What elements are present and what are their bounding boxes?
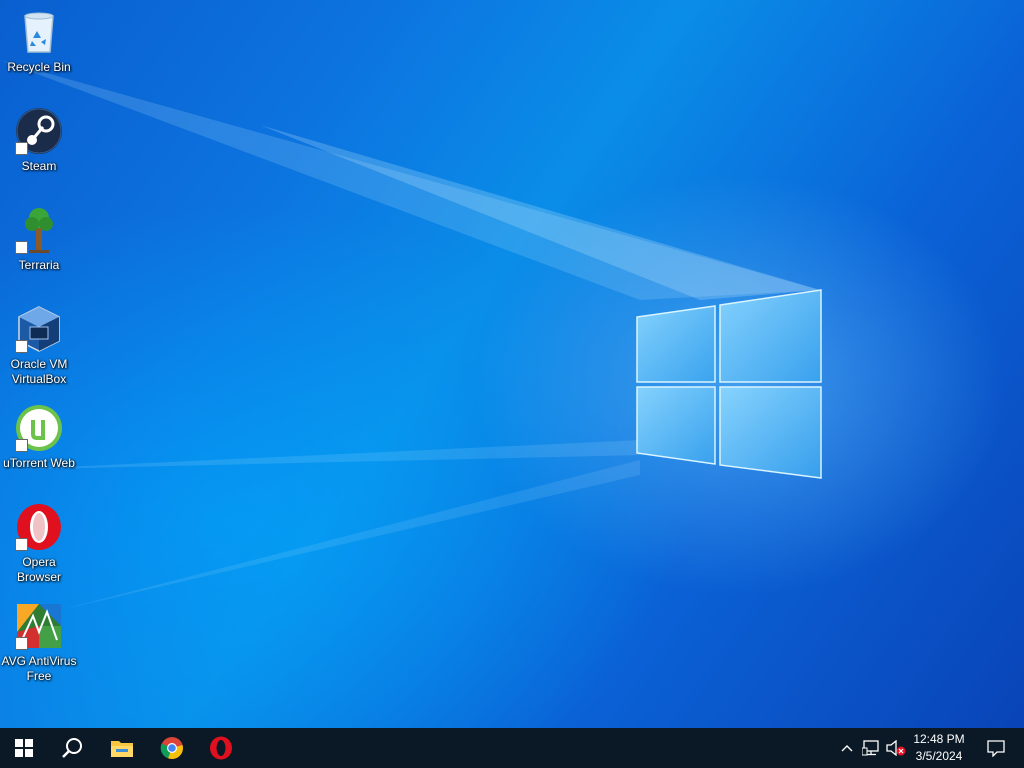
desktop-icon-terraria[interactable]: Terraria bbox=[0, 206, 78, 273]
search-icon bbox=[62, 738, 82, 758]
action-center-icon bbox=[987, 740, 1005, 757]
windows-start-icon bbox=[15, 739, 33, 757]
desktop-icon-opera[interactable]: Opera Browser bbox=[0, 503, 78, 585]
shortcut-arrow-icon bbox=[15, 340, 28, 353]
desktop: Recycle Bin Steam Terraria Oracle VM Vir… bbox=[0, 0, 1024, 728]
clock-date: 3/5/2024 bbox=[915, 749, 963, 763]
desktop-icon-label: Recycle Bin bbox=[7, 60, 71, 74]
desktop-icon-label: Oracle VM VirtualBox bbox=[10, 357, 68, 386]
desktop-icon-label: AVG AntiVirus Free bbox=[1, 654, 77, 683]
desktop-icon-virtualbox[interactable]: Oracle VM VirtualBox bbox=[0, 305, 78, 387]
taskbar-file-explorer[interactable] bbox=[98, 728, 146, 768]
desktop-icon-label: Opera Browser bbox=[16, 555, 61, 584]
chrome-icon bbox=[160, 737, 183, 760]
desktop-icon-avg[interactable]: AVG AntiVirus Free bbox=[0, 602, 78, 684]
desktop-icon-utorrent[interactable]: uTorrent Web bbox=[0, 404, 78, 471]
shortcut-arrow-icon bbox=[15, 439, 28, 452]
shortcut-arrow-icon bbox=[15, 637, 28, 650]
file-explorer-icon bbox=[111, 741, 133, 757]
taskbar-opera[interactable] bbox=[197, 728, 245, 768]
search-button[interactable] bbox=[48, 728, 96, 768]
start-button[interactable] bbox=[0, 728, 48, 768]
desktop-icon-recycle-bin[interactable]: Recycle Bin bbox=[0, 8, 78, 75]
shortcut-arrow-icon bbox=[15, 538, 28, 551]
desktop-icon-label: uTorrent Web bbox=[3, 456, 75, 470]
taskbar: 12:48 PM 3/5/2024 bbox=[0, 728, 1024, 768]
shortcut-arrow-icon bbox=[15, 241, 28, 254]
desktop-icon-label: Steam bbox=[21, 159, 57, 173]
taskbar-chrome[interactable] bbox=[148, 728, 196, 768]
shortcut-arrow-icon bbox=[15, 142, 28, 155]
chevron-up-icon bbox=[841, 745, 853, 752]
action-center-button[interactable] bbox=[976, 728, 1016, 768]
volume-tray-button[interactable] bbox=[884, 728, 908, 768]
volume-muted-icon bbox=[886, 740, 906, 756]
clock-time: 12:48 PM bbox=[913, 732, 965, 746]
recycle-bin-icon bbox=[24, 12, 54, 53]
wallpaper-light-beams bbox=[0, 60, 820, 610]
opera-icon bbox=[210, 736, 232, 760]
network-icon bbox=[862, 740, 879, 756]
show-hidden-icons-button[interactable] bbox=[836, 728, 858, 768]
desktop-icon-label: Terraria bbox=[18, 258, 60, 272]
desktop-icon-steam[interactable]: Steam bbox=[0, 107, 78, 174]
taskbar-clock[interactable]: 12:48 PM 3/5/2024 bbox=[906, 731, 972, 765]
windows-logo-wallpaper bbox=[636, 289, 822, 479]
network-tray-button[interactable] bbox=[859, 728, 883, 768]
